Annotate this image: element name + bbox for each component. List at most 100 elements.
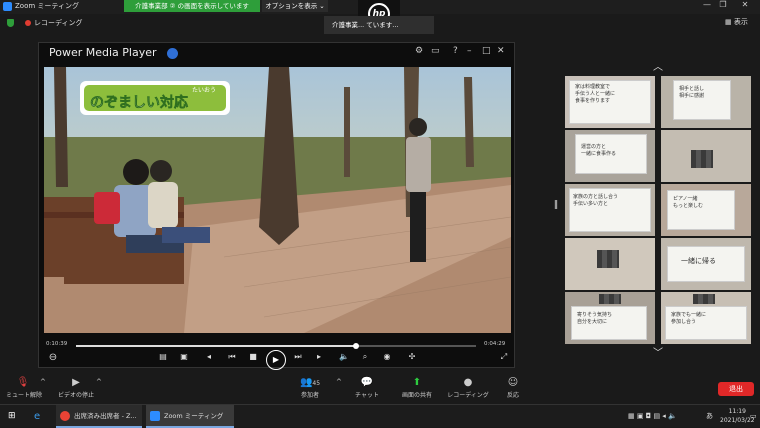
mic-muted-icon: 🎙 <box>16 377 30 388</box>
recording-label: レコーディング <box>34 19 83 27</box>
participant-tile[interactable]: 一緒に帰る <box>661 238 751 290</box>
view-button[interactable]: ▦ 表示 <box>725 17 748 27</box>
meeting-toolbar: 🎙 ミュート解除 ^ ▶ ビデオの停止 ^ 👥45 参加者 ^ 💬 チャット ⬆… <box>0 374 760 404</box>
participants-icon: 👥45 <box>299 377 321 388</box>
caption-ruby: たいおう <box>192 87 216 94</box>
subtitles-icon[interactable]: ▤ <box>156 352 170 361</box>
tile-text: 一緒に帰る <box>681 257 716 265</box>
volume-icon[interactable]: 🔈 <box>337 352 351 361</box>
gallery-resize-handle[interactable]: ‖ <box>549 200 563 210</box>
tray-icons[interactable]: ▦ ▣ ◘ ▤ ◂ 🔈 <box>628 405 677 428</box>
tile-text: 家は料理教室で 手伝う人と一緒に 食事を作ります <box>575 84 616 104</box>
close-icon[interactable]: ✕ <box>497 46 505 56</box>
share-label: 画面の共有 <box>401 392 432 399</box>
seek-handle[interactable] <box>353 343 359 349</box>
chat-button[interactable]: 💬 チャット <box>352 376 382 399</box>
seek-bar[interactable] <box>76 343 476 349</box>
tile-text: 家族でも一緒に 参加し合う <box>671 312 707 325</box>
close-icon[interactable]: ✕ <box>738 0 752 9</box>
play-icon: ▶ <box>272 355 280 364</box>
reaction-smile-icon: ☺ <box>507 377 519 388</box>
edge-icon[interactable]: e <box>34 405 40 428</box>
windows-taskbar: ⊞ e 出席済み出席者 - Z... Zoom ミーティング ▦ ▣ ◘ ▤ ◂… <box>0 404 760 428</box>
notifications-icon[interactable]: ▭ <box>750 405 757 428</box>
record-icon: ● <box>463 377 473 388</box>
effects-icon[interactable]: ✣ <box>405 352 419 361</box>
time-total: 0:04:29 <box>484 341 506 347</box>
participant-tile[interactable]: 寄りそう気持ち 自分を大切に <box>565 292 655 344</box>
participant-tile[interactable]: 家は料理教室で 手伝う人と一緒に 食事を作ります <box>565 76 655 128</box>
minimize-icon[interactable]: – <box>467 46 472 56</box>
stop-video-button[interactable]: ▶ ビデオの停止 <box>56 376 96 399</box>
gallery-up-icon[interactable]: ︿ <box>651 58 665 73</box>
settings-icon[interactable]: ⚙ <box>415 46 423 56</box>
gallery-down-icon[interactable]: ﹀ <box>651 344 665 359</box>
mute-label: ミュート解除 <box>6 392 43 399</box>
tile-text: 運営の方と 一緒に食事作る <box>581 144 617 157</box>
chat-label: チャット <box>355 392 379 399</box>
participants-button[interactable]: 👥45 参加者 <box>292 376 328 399</box>
windows-start-icon[interactable]: ⊞ <box>8 405 16 428</box>
miniplayer-icon[interactable]: ▭ <box>431 46 440 56</box>
zoom-taskbar-item[interactable]: Zoom ミーティング <box>146 405 234 428</box>
video-options-chevron-icon[interactable]: ^ <box>96 378 102 386</box>
previous-icon[interactable]: ⏮ <box>225 352 239 362</box>
participants-options-chevron-icon[interactable]: ^ <box>336 378 342 386</box>
record-button[interactable]: ● レコーディング <box>446 376 490 399</box>
tile-text: 家族の方と話し合う 手伝い多い方と <box>573 194 619 207</box>
fullscreen-icon[interactable]: ⤢ <box>497 352 511 362</box>
time-current: 0:10:39 <box>46 341 68 347</box>
video-scene: たいおう のぞましい対応 <box>44 67 511 333</box>
zoom-logo-icon <box>3 2 12 11</box>
caption-text: のぞましい対応 <box>90 94 188 111</box>
minimize-icon[interactable]: — <box>700 0 714 9</box>
player-app-icon <box>167 48 178 59</box>
video-frame[interactable]: たいおう のぞましい対応 <box>44 67 511 333</box>
window-title: Zoom ミーティング <box>15 2 79 10</box>
participant-tile[interactable]: 家族でも一緒に 参加し合う <box>661 292 751 344</box>
audio-options-chevron-icon[interactable]: ^ <box>40 378 46 386</box>
recording-indicator: レコーディング <box>0 16 120 30</box>
share-screen-icon: ⬆ <box>412 377 422 388</box>
view-label: 表示 <box>733 18 748 26</box>
media-player-window: Power Media Player ⚙ ▭ ? – □ ✕ たいおう のぞまし… <box>38 42 515 370</box>
view-options-button[interactable]: オプションを表示 ⌄ <box>262 0 328 12</box>
reactions-button[interactable]: ☺ 反応 <box>500 376 526 399</box>
back-icon[interactable]: ⊖ <box>46 352 60 363</box>
grid-icon: ▦ <box>725 18 734 26</box>
tile-text: 相手と話し 相手に感謝 <box>679 86 705 99</box>
mute-button[interactable]: 🎙 ミュート解除 <box>6 376 43 399</box>
participant-tile[interactable]: 家族の方と話し合う 手伝い多い方と <box>565 184 655 236</box>
sharing-tooltip: 介護事業... ています... <box>324 16 434 34</box>
share-screen-button[interactable]: ⬆ 画面の共有 <box>396 376 438 399</box>
stop-icon[interactable]: ■ <box>246 352 260 361</box>
frame-back-icon[interactable]: ◂ <box>202 352 216 361</box>
leave-button[interactable]: 退出 <box>718 382 754 396</box>
ime-indicator[interactable]: あ <box>706 405 713 428</box>
seek-fill <box>76 345 356 347</box>
record-dot-icon <box>25 20 31 26</box>
participant-tile[interactable] <box>565 238 655 290</box>
eye-icon[interactable]: ◉ <box>380 352 394 361</box>
participants-label: 参加者 <box>300 392 319 399</box>
participant-tile[interactable]: 運営の方と 一緒に食事作る <box>565 130 655 182</box>
participant-tile[interactable] <box>661 130 751 182</box>
next-icon[interactable]: ⏭ <box>291 352 305 362</box>
frame-forward-icon[interactable]: ▸ <box>312 352 326 361</box>
video-label: ビデオの停止 <box>57 392 94 399</box>
participant-tile[interactable]: ピアノ一緒 もっと楽しむ <box>661 184 751 236</box>
zoom-icon[interactable]: ⌕ <box>358 352 372 362</box>
screenshot-icon[interactable]: ▣ <box>177 352 191 361</box>
video-camera-icon: ▶ <box>72 377 80 388</box>
record-label: レコーディング <box>447 392 489 399</box>
play-button[interactable]: ▶ <box>266 350 286 370</box>
maximize-icon[interactable]: □ <box>482 46 491 56</box>
chat-icon: 💬 <box>360 377 374 388</box>
zoom-app-icon <box>150 411 160 421</box>
participant-tile[interactable]: 相手と話し 相手に感謝 <box>661 76 751 128</box>
help-icon[interactable]: ? <box>453 46 458 56</box>
restore-icon[interactable]: ❐ <box>716 0 730 9</box>
tile-text: 寄りそう気持ち 自分を大切に <box>577 312 613 325</box>
chrome-taskbar-item[interactable]: 出席済み出席者 - Z... <box>56 405 142 428</box>
participants-count: 45 <box>312 380 321 387</box>
